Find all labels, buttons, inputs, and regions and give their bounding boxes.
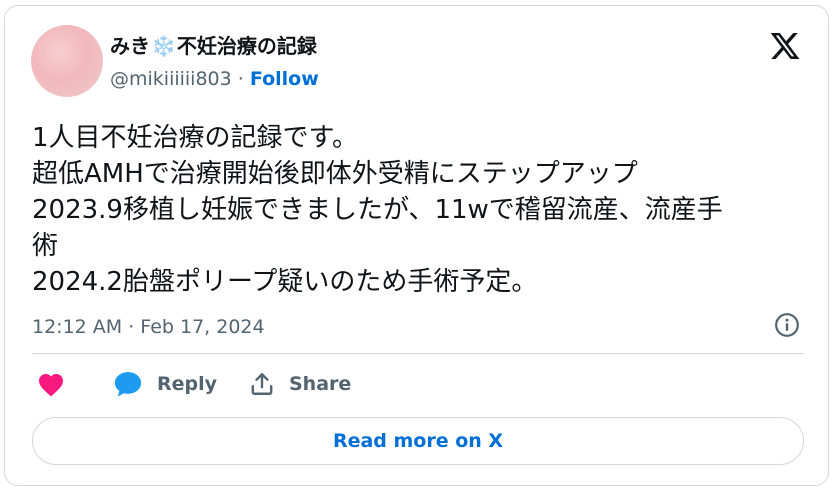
tweet-line: 超低AMHで治療開始後即体外受精にステップアップ (32, 159, 638, 189)
reply-button[interactable]: Reply (113, 369, 217, 399)
tweet-text: 1人目不妊治療の記録です。 超低AMHで治療開始後即体外受精にステップアップ 2… (32, 120, 817, 300)
author-name[interactable]: みき❄️不妊治療の記録 (110, 30, 317, 59)
tweet-line: 2024.2胎盤ポリープ疑いのため手術予定。 (32, 267, 538, 297)
author-name-prefix: みき (110, 34, 150, 58)
handle-row: @mikiiiiii803 · Follow (110, 68, 319, 90)
author-name-suffix: 不妊治療の記録 (176, 34, 317, 58)
like-button[interactable] (37, 369, 65, 399)
snowflake-emoji: ❄️ (151, 34, 176, 58)
read-more-button[interactable]: Read more on X (32, 417, 804, 465)
tweet-line: 術 (32, 231, 59, 261)
separator-dot: · (237, 68, 244, 90)
author-handle[interactable]: @mikiiiiii803 (110, 68, 232, 90)
tweet-line: 2023.9移植し妊娠できましたが、11wで稽留流産、流産手 (32, 195, 723, 225)
heart-icon (38, 373, 64, 397)
share-label: Share (289, 373, 352, 395)
share-upload-icon (251, 373, 273, 395)
tweet-line: 1人目不妊治療の記録です。 (32, 123, 358, 153)
avatar[interactable] (31, 25, 103, 97)
reply-label: Reply (157, 373, 218, 395)
tweet-card: みき❄️不妊治療の記録 @mikiiiiii803 · Follow 1人目不妊… (4, 5, 829, 486)
share-button[interactable]: Share (249, 369, 351, 399)
info-icon[interactable] (774, 312, 800, 338)
divider (32, 353, 804, 354)
x-logo-icon[interactable] (768, 30, 802, 62)
follow-link[interactable]: Follow (250, 68, 319, 90)
speech-bubble-icon (114, 372, 142, 397)
tweet-timestamp[interactable]: 12:12 AM · Feb 17, 2024 (32, 316, 265, 338)
